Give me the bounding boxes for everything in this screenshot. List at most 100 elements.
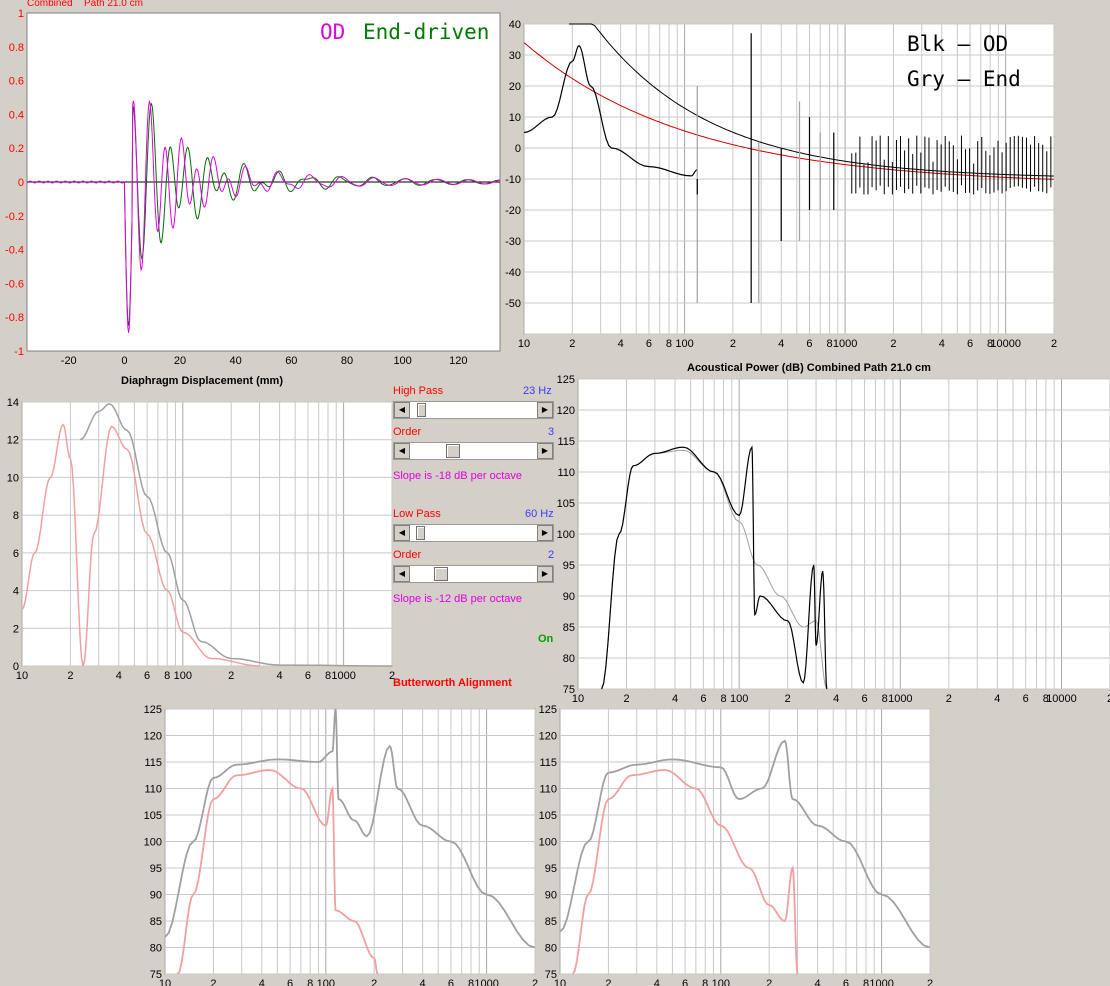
y-tick-label: 10 — [7, 472, 19, 484]
x-tick-label: 10000 — [990, 338, 1021, 350]
x-tick-label: 100 — [712, 978, 730, 986]
x-tick-label: 40 — [230, 355, 242, 367]
x-tick-label: 6 — [448, 978, 454, 986]
y-tick-label: 110 — [557, 467, 575, 479]
x-tick-label: 6 — [144, 670, 150, 682]
y-tick-label: 6 — [13, 548, 19, 560]
x-tick-label: 10000 — [1046, 693, 1077, 705]
x-tick-label: 8 — [307, 978, 313, 986]
x-tick-label: 10 — [554, 978, 566, 986]
x-tick-label: 2 — [569, 338, 575, 350]
x-tick-label: 6 — [682, 978, 688, 986]
low-pass-decrement-button[interactable]: ◀ — [394, 525, 410, 541]
x-tick-label: 8 — [468, 978, 474, 986]
y-tick-label: -0.6 — [5, 278, 24, 290]
x-tick-label: 100 — [393, 355, 411, 367]
y-tick-label: 115 — [144, 757, 162, 769]
y-tick-label: 0.8 — [9, 42, 24, 54]
x-tick-label: 10 — [159, 978, 171, 986]
y-tick-label: 0 — [18, 177, 24, 189]
y-tick-label: 0.4 — [9, 109, 24, 121]
x-tick-label: 4 — [994, 693, 1000, 705]
y-tick-label: 30 — [509, 50, 521, 62]
mid-left-excursion-plot: 1412108642010 2 4 6 8 100 2 4 6 8 1000 2 — [7, 397, 395, 682]
high-pass-label: High Pass — [393, 385, 444, 397]
y-tick-label: -50 — [505, 298, 521, 310]
y-tick-label: 14 — [7, 397, 19, 409]
y-tick-label: 80 — [563, 653, 575, 665]
x-tick-label: 2 — [890, 338, 896, 350]
y-tick-label: 100 — [144, 837, 162, 849]
y-tick-label: 105 — [557, 498, 575, 510]
hp-order-decrement-button[interactable]: ◀ — [394, 443, 410, 459]
alignment-label[interactable]: Butterworth Alignment — [393, 677, 512, 689]
x-tick-label: 8 — [826, 338, 832, 350]
x-tick-label: -20 — [61, 355, 77, 367]
x-tick-label: 6 — [646, 338, 652, 350]
x-tick-label: 4 — [259, 978, 265, 986]
hp-order-slider[interactable]: ◀ ▶ — [393, 442, 554, 460]
x-tick-label: 4 — [939, 338, 945, 350]
y-tick-label: 110 — [144, 784, 162, 796]
high-pass-slider-thumb[interactable] — [417, 403, 427, 417]
y-tick-label: -40 — [505, 267, 521, 279]
x-tick-label: 6 — [1023, 693, 1029, 705]
y-tick-label: -10 — [505, 174, 521, 186]
x-tick-label: 6 — [806, 338, 812, 350]
y-tick-label: 85 — [545, 916, 557, 928]
x-tick-label: 4 — [654, 978, 660, 986]
x-tick-label: 1000 — [474, 978, 498, 986]
x-tick-label: 2 — [228, 670, 234, 682]
low-pass-label: Low Pass — [393, 508, 441, 520]
annotation-blk-od: Blk — OD — [907, 32, 1009, 56]
hp-order-slider-thumb[interactable] — [446, 444, 460, 458]
x-tick-label: 1000 — [331, 670, 355, 682]
y-tick-label: -0.2 — [5, 211, 24, 223]
x-tick-label: 2 — [67, 670, 73, 682]
x-tick-label: 20 — [174, 355, 186, 367]
lp-order-label: Order — [393, 549, 422, 561]
x-tick-label: 4 — [277, 670, 283, 682]
y-tick-label: 115 — [557, 436, 575, 448]
y-tick-label: 80 — [150, 943, 162, 955]
x-tick-label: 2 — [730, 338, 736, 350]
y-tick-label: 85 — [563, 622, 575, 634]
high-pass-decrement-button[interactable]: ◀ — [394, 402, 410, 418]
y-tick-label: 4 — [13, 586, 19, 598]
lp-order-decrement-button[interactable]: ◀ — [394, 566, 410, 582]
y-tick-label: 125 — [557, 374, 575, 386]
x-tick-label: 2 — [371, 978, 377, 986]
y-tick-label: 40 — [509, 19, 521, 31]
y-tick-label: 80 — [545, 943, 557, 955]
high-pass-slider[interactable]: ◀ ▶ — [393, 401, 554, 419]
x-tick-label: 2 — [766, 978, 772, 986]
x-tick-label: 8 — [702, 978, 708, 986]
y-tick-label: 0.6 — [9, 76, 24, 88]
x-tick-label: 8 — [164, 670, 170, 682]
lp-order-slider-thumb[interactable] — [434, 567, 448, 581]
y-tick-label: 95 — [150, 863, 162, 875]
y-tick-label: 12 — [7, 435, 19, 447]
low-pass-slider-thumb[interactable] — [416, 526, 425, 540]
y-tick-label: 85 — [150, 916, 162, 928]
x-tick-label: 2 — [946, 693, 952, 705]
y-tick-label: 20 — [509, 81, 521, 93]
y-tick-label: 120 — [144, 731, 162, 743]
x-tick-label: 1000 — [833, 338, 857, 350]
x-tick-label: 8 — [863, 978, 869, 986]
x-tick-label: 100 — [174, 670, 192, 682]
lp-order-slider[interactable]: ◀ ▶ — [393, 565, 554, 583]
y-tick-label: 1 — [18, 8, 24, 20]
x-tick-label: 10 — [518, 338, 530, 350]
bottom-right-spl-plot: 125120115110105100959085807510 2 4 6 8 100 2 4 6… — [539, 704, 933, 986]
x-tick-label: 4 — [618, 338, 624, 350]
y-tick-label: -0.8 — [5, 312, 24, 324]
mid-right-power-plot: 125120115110105100959085807510 2 4 6 8 100 2 4 6… — [557, 374, 1110, 705]
low-pass-slider[interactable]: ◀ ▶ — [393, 524, 554, 542]
hp-slope-text: Slope is -18 dB per octave — [393, 470, 523, 482]
bottom-left-spl-plot: 125120115110105100959085807510 2 4 6 8 100 2 4 6… — [144, 704, 538, 986]
y-tick-label: 95 — [545, 863, 557, 875]
y-tick-label: 8 — [13, 510, 19, 522]
x-tick-label: 4 — [420, 978, 426, 986]
x-tick-label: 8 — [325, 670, 331, 682]
